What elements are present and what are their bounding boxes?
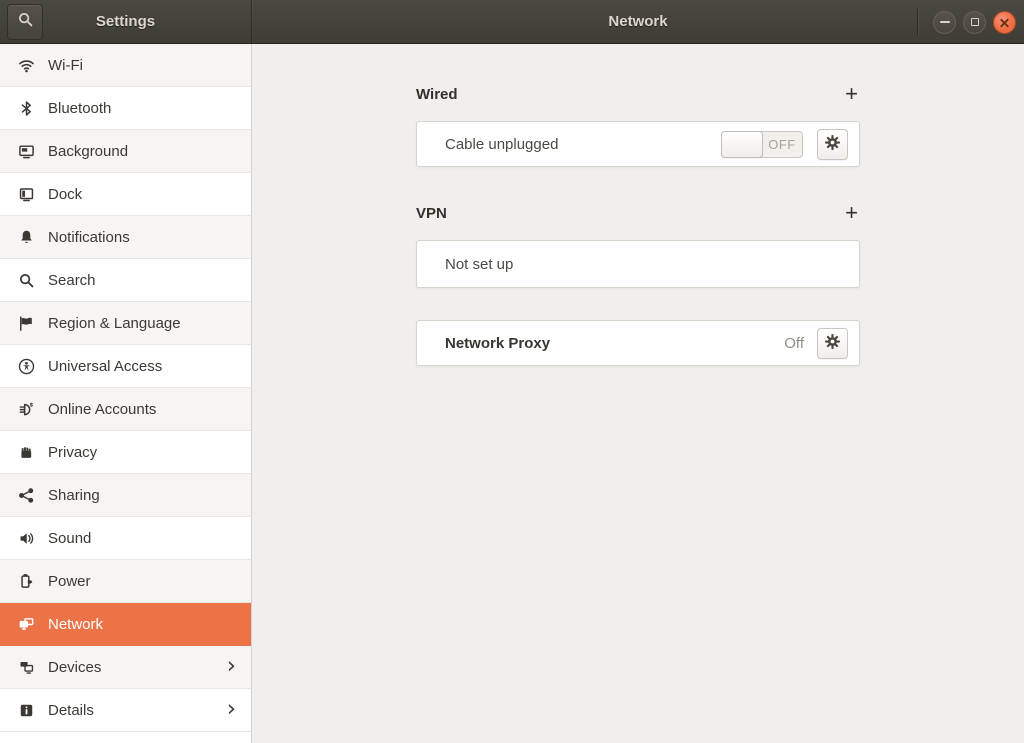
gear-icon xyxy=(824,134,841,154)
sidebar-item-label: Network xyxy=(48,615,104,633)
sidebar-item-label: Devices xyxy=(48,658,102,676)
sidebar-item-label: Privacy xyxy=(48,443,98,461)
sidebar-item-label: Sound xyxy=(48,529,92,547)
sidebar-item-label: Search xyxy=(48,271,96,289)
sidebar-item-notifications[interactable]: Notifications xyxy=(0,216,251,259)
sidebar-item-details[interactable]: Details › xyxy=(0,689,251,732)
online-accounts-icon xyxy=(16,399,36,419)
sidebar-item-sound[interactable]: Sound xyxy=(0,517,251,560)
sidebar-item-power[interactable]: Power xyxy=(0,560,251,603)
titlebar-left: Settings xyxy=(0,0,252,43)
toggle-state-label: OFF xyxy=(768,136,796,152)
sidebar-item-region-language[interactable]: Region & Language xyxy=(0,302,251,345)
search-button[interactable] xyxy=(7,4,43,40)
maximize-button[interactable] xyxy=(963,10,986,34)
battery-icon xyxy=(16,571,36,591)
vpn-section-title: VPN xyxy=(416,204,447,222)
titlebar: Settings Network xyxy=(0,0,1024,44)
sidebar-item-bluetooth[interactable]: Bluetooth xyxy=(0,87,251,130)
sidebar-item-universal-access[interactable]: Universal Access xyxy=(0,345,251,388)
sidebar-item-label: Dock xyxy=(48,185,83,203)
search-icon xyxy=(16,270,36,290)
settings-sidebar: Wi-Fi Bluetooth Background Dock Notification… xyxy=(0,44,252,743)
vpn-row[interactable]: Not set up xyxy=(417,241,859,287)
sidebar-item-devices[interactable]: Devices › xyxy=(0,646,251,689)
add-wired-connection-button[interactable]: + xyxy=(843,83,860,105)
maximize-icon xyxy=(970,18,979,26)
toggle-knob xyxy=(721,130,763,158)
wired-status-label: Cable unplugged xyxy=(445,135,559,153)
chevron-right-icon: › xyxy=(226,695,236,722)
sidebar-item-wi-fi[interactable]: Wi-Fi xyxy=(0,44,251,87)
sidebar-item-label: Online Accounts xyxy=(48,400,157,418)
sidebar-item-dock[interactable]: Dock xyxy=(0,173,251,216)
proxy-settings-button[interactable] xyxy=(817,327,848,359)
info-icon xyxy=(16,700,36,720)
page-title: Network xyxy=(608,13,668,30)
sidebar-item-label: Bluetooth xyxy=(48,99,112,117)
vpn-status-label: Not set up xyxy=(445,255,514,273)
universal-access-icon xyxy=(16,356,36,376)
share-icon xyxy=(16,485,36,505)
sidebar-item-label: Sharing xyxy=(48,486,100,504)
bell-icon xyxy=(16,227,36,247)
app-body: Wi-Fi Bluetooth Background Dock Notification… xyxy=(0,44,1024,743)
sidebar-item-network[interactable]: Network xyxy=(0,603,251,646)
sidebar-item-label: Region & Language xyxy=(48,314,181,332)
hand-icon xyxy=(16,442,36,462)
sidebar-item-sharing[interactable]: Sharing xyxy=(0,474,251,517)
window-controls xyxy=(917,0,1016,44)
sidebar-item-search[interactable]: Search xyxy=(0,259,251,302)
dock-icon xyxy=(16,184,36,204)
sidebar-item-label: Universal Access xyxy=(48,357,163,375)
wired-settings-button[interactable] xyxy=(817,128,848,160)
devices-icon xyxy=(16,657,36,677)
network-panel: Wired + Cable unplugged OFF VPN + Not se… xyxy=(252,44,1024,743)
sidebar-item-label: Background xyxy=(48,142,129,160)
sidebar-item-label: Notifications xyxy=(48,228,130,246)
bluetooth-icon xyxy=(16,98,36,118)
sidebar-item-label: Wi-Fi xyxy=(48,56,83,74)
wired-card: Cable unplugged OFF xyxy=(416,121,860,167)
add-vpn-button[interactable]: + xyxy=(843,202,860,224)
chevron-right-icon: › xyxy=(226,652,236,679)
proxy-status: Off xyxy=(784,334,804,352)
proxy-section: Network Proxy Off xyxy=(416,320,860,366)
minimize-icon xyxy=(939,21,950,23)
left-window-title: Settings xyxy=(95,13,156,30)
sidebar-item-label: Power xyxy=(48,572,91,590)
vpn-card: Not set up xyxy=(416,240,860,288)
search-icon xyxy=(17,11,34,33)
titlebar-right: Network xyxy=(252,0,1024,43)
wired-toggle[interactable]: OFF xyxy=(721,130,803,158)
minimize-button[interactable] xyxy=(933,10,956,34)
sidebar-item-background[interactable]: Background xyxy=(0,130,251,173)
wired-section: Wired + Cable unplugged OFF xyxy=(416,83,860,167)
network-icon xyxy=(16,614,36,634)
proxy-card: Network Proxy Off xyxy=(416,320,860,366)
gear-icon xyxy=(824,333,841,353)
sidebar-item-label: Details xyxy=(48,701,94,719)
speaker-icon xyxy=(16,528,36,548)
wired-row: Cable unplugged OFF xyxy=(417,122,859,166)
sidebar-item-online-accounts[interactable]: Online Accounts xyxy=(0,388,251,431)
settings-window: Settings Network Wi-Fi Bluetooth Backgroun… xyxy=(0,0,1024,743)
wired-section-title: Wired xyxy=(416,85,458,103)
vpn-section: VPN + Not set up xyxy=(416,202,860,288)
background-icon xyxy=(16,141,36,161)
wifi-icon xyxy=(16,55,36,75)
sidebar-item-privacy[interactable]: Privacy xyxy=(0,431,251,474)
proxy-title: Network Proxy xyxy=(445,334,551,352)
flag-icon xyxy=(16,313,36,333)
proxy-row: Network Proxy Off xyxy=(417,321,859,365)
close-button[interactable] xyxy=(993,10,1016,34)
